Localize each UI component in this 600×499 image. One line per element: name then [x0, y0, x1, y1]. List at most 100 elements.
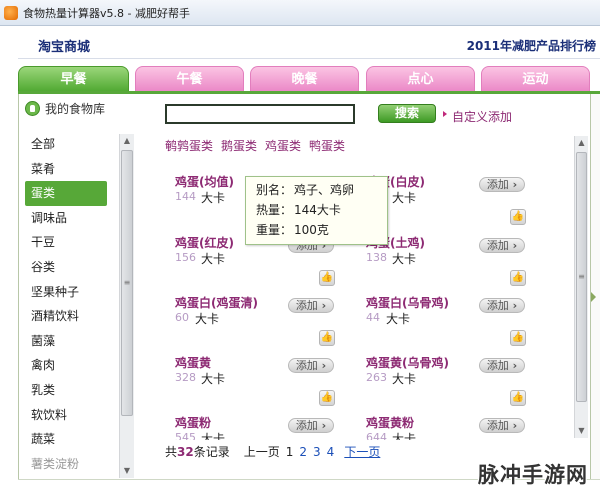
- add-food-button[interactable]: 添加: [288, 418, 334, 433]
- category-item-dairy[interactable]: 乳类: [19, 378, 119, 403]
- category-item-nuts-seeds[interactable]: 坚果种子: [19, 280, 119, 305]
- food-unit: 大卡: [201, 191, 226, 205]
- add-food-button[interactable]: 添加: [288, 298, 334, 313]
- thumb-up-icon[interactable]: 👍: [510, 209, 526, 225]
- category-item-dishes[interactable]: 菜肴: [19, 157, 119, 182]
- category-item-soft-drinks[interactable]: 软饮料: [19, 403, 119, 428]
- food-name[interactable]: 鸡蛋粉: [175, 414, 211, 431]
- food-detail-tooltip: 别名： 鸡子、鸡卵 热量： 144大卡 重量： 100克: [245, 176, 388, 245]
- food-calories: 644: [366, 431, 387, 440]
- prev-page-button[interactable]: 上一页: [244, 443, 280, 460]
- right-panel-edge: [590, 94, 600, 480]
- food-calories: 545: [175, 431, 196, 440]
- thumb-up-icon[interactable]: 👍: [319, 390, 335, 406]
- add-food-button[interactable]: 添加: [288, 358, 334, 373]
- food-calories: 60: [175, 311, 189, 324]
- food-list-scroll-thumb[interactable]: ≡: [576, 152, 587, 402]
- subcategory-quail-egg[interactable]: 鹌鹑蛋类: [165, 137, 213, 154]
- tab-breakfast[interactable]: 早餐: [18, 66, 129, 92]
- food-unit: 大卡: [392, 432, 417, 440]
- thumb-up-icon[interactable]: 👍: [510, 270, 526, 286]
- header-divider: [18, 58, 600, 59]
- food-item: 鸡蛋黄粉 644 大卡 添加: [357, 414, 537, 440]
- ranking-link[interactable]: 2011年减肥产品排行榜: [467, 37, 596, 54]
- food-name[interactable]: 鸡蛋黄粉: [366, 414, 414, 431]
- category-list: 全部 菜肴 蛋类 调味品 干豆 谷类 坚果种子 酒精饮料 菌藻 禽肉 乳类 软饮…: [19, 132, 119, 476]
- scroll-up-arrow-icon[interactable]: ▲: [120, 134, 134, 148]
- scroll-up-arrow-icon[interactable]: ▲: [575, 136, 588, 150]
- record-count: 32: [177, 445, 194, 459]
- food-list-scrollbar[interactable]: ▲ ≡ ▼: [574, 136, 588, 438]
- category-item-grains[interactable]: 谷类: [19, 255, 119, 280]
- category-item-all[interactable]: 全部: [19, 132, 119, 157]
- category-item-eggs[interactable]: 蛋类: [25, 181, 107, 206]
- page-number-3[interactable]: 3: [313, 445, 321, 459]
- category-item-tubers-starch[interactable]: 薯类淀粉: [19, 452, 119, 477]
- category-item-alcohol[interactable]: 酒精饮料: [19, 304, 119, 329]
- tooltip-alias-value: 鸡子、鸡卵: [294, 183, 355, 197]
- food-calories: 328: [175, 371, 196, 384]
- add-food-button[interactable]: 添加: [479, 418, 525, 433]
- tooltip-calories-value: 144大卡: [294, 203, 341, 217]
- thumb-up-icon[interactable]: 👍: [319, 270, 335, 286]
- food-library-header: 我的食物库: [25, 100, 105, 117]
- meal-tabs: 早餐 午餐 晚餐 点心 运动: [18, 66, 600, 92]
- food-calories: 156: [175, 251, 196, 264]
- tab-dinner[interactable]: 晚餐: [250, 66, 359, 92]
- tooltip-calories-row: 热量： 144大卡: [256, 200, 387, 220]
- add-food-button[interactable]: 添加: [479, 358, 525, 373]
- food-name[interactable]: 鸡蛋黄: [175, 354, 211, 371]
- thumb-up-icon[interactable]: 👍: [510, 330, 526, 346]
- search-button[interactable]: 搜索: [378, 104, 436, 123]
- watermark: 脉冲手游网: [478, 463, 588, 487]
- tooltip-weight-label: 重量：: [256, 223, 293, 237]
- add-food-button[interactable]: 添加: [479, 177, 525, 192]
- tooltip-alias-label: 别名：: [256, 183, 293, 197]
- category-item-seasoning[interactable]: 调味品: [19, 206, 119, 231]
- arrow-right-icon: [443, 111, 447, 117]
- food-calories: 263: [366, 371, 387, 384]
- scroll-down-arrow-icon[interactable]: ▼: [120, 464, 134, 478]
- category-item-vegetables[interactable]: 蔬菜: [19, 427, 119, 452]
- subcategory-goose-egg[interactable]: 鹅蛋类: [221, 137, 257, 154]
- page-number-2[interactable]: 2: [299, 445, 307, 459]
- category-item-poultry[interactable]: 禽肉: [19, 353, 119, 378]
- custom-add-link[interactable]: 自定义添加: [452, 108, 512, 125]
- tab-exercise[interactable]: 运动: [481, 66, 590, 92]
- food-unit: 大卡: [201, 432, 226, 440]
- record-count-suffix: 条记录: [193, 445, 230, 459]
- subcategory-chicken-egg[interactable]: 鸡蛋类: [265, 137, 301, 154]
- add-food-button[interactable]: 添加: [479, 238, 525, 253]
- add-food-button[interactable]: 添加: [479, 298, 525, 313]
- food-calories: 44: [366, 311, 380, 324]
- food-name[interactable]: 鸡蛋(红皮): [175, 234, 234, 251]
- food-item: 鸡蛋白(鸡蛋清) 60 大卡 添加 👍: [166, 294, 346, 350]
- tooltip-weight-value: 100克: [294, 223, 329, 237]
- food-name[interactable]: 鸡蛋白(鸡蛋清): [175, 294, 258, 311]
- expand-caret-icon[interactable]: [591, 292, 596, 302]
- scroll-down-arrow-icon[interactable]: ▼: [575, 424, 588, 438]
- food-item: 鸡蛋粉 545 大卡 添加: [166, 414, 346, 440]
- category-item-fungi-algae[interactable]: 菌藻: [19, 329, 119, 354]
- food-unit: 大卡: [392, 191, 417, 205]
- category-scrollbar[interactable]: ▲ ≡ ▼: [119, 134, 134, 478]
- page-number-4[interactable]: 4: [327, 445, 335, 459]
- food-search-input[interactable]: [165, 104, 355, 124]
- page-number-1[interactable]: 1: [286, 445, 294, 459]
- tab-snack[interactable]: 点心: [366, 66, 475, 92]
- thumb-up-icon[interactable]: 👍: [319, 330, 335, 346]
- food-name[interactable]: 鸡蛋黄(乌骨鸡): [366, 354, 449, 371]
- food-library-title: 我的食物库: [45, 102, 106, 116]
- thumb-up-icon[interactable]: 👍: [510, 390, 526, 406]
- food-calories: 138: [366, 251, 387, 264]
- subcategory-duck-egg[interactable]: 鸭蛋类: [309, 137, 345, 154]
- food-unit: 大卡: [201, 252, 226, 266]
- tab-lunch[interactable]: 午餐: [135, 66, 244, 92]
- category-scroll-thumb[interactable]: ≡: [121, 150, 133, 416]
- food-name[interactable]: 鸡蛋(均值): [175, 173, 234, 190]
- next-page-button[interactable]: 下一页: [344, 443, 380, 460]
- food-unit: 大卡: [392, 252, 417, 266]
- food-name[interactable]: 鸡蛋白(乌骨鸡): [366, 294, 449, 311]
- category-item-dried-beans[interactable]: 干豆: [19, 230, 119, 255]
- brand-link[interactable]: 淘宝商城: [38, 36, 90, 55]
